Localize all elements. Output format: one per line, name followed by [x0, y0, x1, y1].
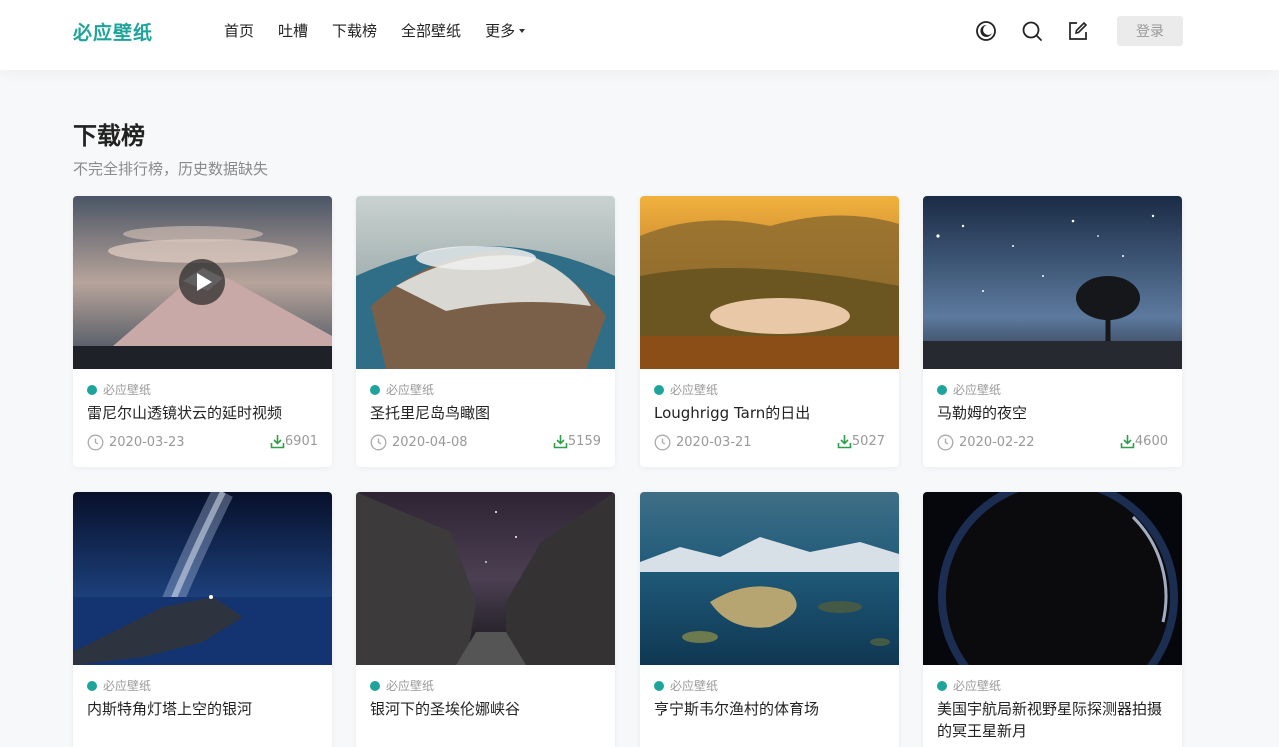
nav-download-rank[interactable]: 下载榜 [332, 20, 377, 42]
source-dot-icon [87, 384, 97, 395]
site-logo[interactable]: 必应壁纸 [73, 18, 153, 45]
edit-icon[interactable] [1067, 20, 1089, 42]
wallpaper-card[interactable]: 必应壁纸 亨宁斯韦尔渔村的体育场 [640, 492, 899, 747]
card-downloads: 5027 [837, 434, 885, 449]
wallpaper-thumbnail[interactable] [73, 492, 332, 665]
date-text: 2020-03-21 [676, 435, 752, 450]
source-dot-icon [87, 680, 97, 691]
wallpaper-card[interactable]: 必应壁纸 圣托里尼岛鸟瞰图 2020-04-08 5159 [356, 196, 615, 467]
card-date: 2020-03-23 [87, 434, 185, 451]
date-text: 2020-04-08 [392, 435, 468, 450]
card-title[interactable]: 雷尼尔山透镜状云的延时视频 [87, 402, 319, 424]
download-count: 5027 [851, 434, 885, 449]
card-date: 2020-02-22 [937, 434, 1035, 451]
card-title[interactable]: 马勒姆的夜空 [937, 402, 1169, 424]
source-label: 必应壁纸 [670, 679, 719, 693]
download-count: 6901 [284, 434, 318, 449]
wallpaper-thumbnail[interactable] [356, 492, 615, 665]
download-icon [270, 435, 285, 449]
card-source: 必应壁纸 [370, 677, 434, 694]
clock-icon [654, 434, 671, 451]
nav-feedback[interactable]: 吐槽 [278, 20, 308, 42]
card-title[interactable]: 亨宁斯韦尔渔村的体育场 [654, 698, 886, 720]
wallpaper-card[interactable]: 必应壁纸 Loughrigg Tarn的日出 2020-03-21 5027 [640, 196, 899, 467]
source-label: 必应壁纸 [386, 383, 435, 397]
card-source: 必应壁纸 [87, 677, 151, 694]
nav-home[interactable]: 首页 [224, 20, 254, 42]
source-label: 必应壁纸 [953, 679, 1002, 693]
source-dot-icon [937, 384, 947, 395]
source-dot-icon [370, 680, 380, 691]
card-downloads: 6901 [270, 434, 318, 449]
card-source: 必应壁纸 [937, 677, 1001, 694]
source-dot-icon [370, 384, 380, 395]
wallpaper-thumbnail[interactable] [923, 196, 1182, 369]
wallpaper-thumbnail[interactable] [640, 196, 899, 369]
card-title[interactable]: 美国宇航局新视野星际探测器拍摄的冥王星新月 [937, 698, 1169, 742]
source-label: 必应壁纸 [103, 679, 152, 693]
moon-icon[interactable] [975, 20, 997, 42]
source-label: 必应壁纸 [670, 383, 719, 397]
download-icon [1120, 435, 1135, 449]
wallpaper-card[interactable]: 必应壁纸 内斯特角灯塔上空的银河 [73, 492, 332, 747]
nav-all-wallpapers[interactable]: 全部壁纸 [401, 20, 461, 42]
caret-down-icon [519, 29, 526, 33]
download-icon [553, 435, 568, 449]
source-dot-icon [654, 680, 664, 691]
nav-more[interactable]: 更多 [485, 20, 526, 42]
card-downloads: 4600 [1120, 434, 1168, 449]
date-text: 2020-02-22 [959, 435, 1035, 450]
card-downloads: 5159 [553, 434, 601, 449]
card-title[interactable]: 内斯特角灯塔上空的银河 [87, 698, 319, 720]
login-button[interactable]: 登录 [1117, 16, 1183, 46]
card-title[interactable]: 圣托里尼岛鸟瞰图 [370, 402, 602, 424]
top-header: 必应壁纸 首页 吐槽 下载榜 全部壁纸 更多 登录 [0, 0, 1279, 70]
search-icon[interactable] [1021, 20, 1043, 42]
wallpaper-thumbnail[interactable] [640, 492, 899, 665]
wallpaper-thumbnail[interactable] [923, 492, 1182, 665]
wallpaper-thumbnail[interactable] [356, 196, 615, 369]
source-dot-icon [654, 384, 664, 395]
play-button[interactable] [179, 259, 225, 305]
source-dot-icon [937, 680, 947, 691]
wallpaper-card[interactable]: 必应壁纸 马勒姆的夜空 2020-02-22 4600 [923, 196, 1182, 467]
wallpaper-card[interactable]: 必应壁纸 雷尼尔山透镜状云的延时视频 2020-03-23 6901 [73, 196, 332, 467]
main-nav: 首页 吐槽 下载榜 全部壁纸 更多 [224, 20, 549, 42]
card-source: 必应壁纸 [654, 677, 718, 694]
page-subtitle: 不完全排行榜，历史数据缺失 [73, 160, 269, 178]
source-label: 必应壁纸 [386, 679, 435, 693]
play-icon [196, 273, 212, 291]
download-icon [837, 435, 852, 449]
nav-more-label: 更多 [485, 22, 516, 40]
card-source: 必应壁纸 [87, 381, 151, 398]
card-source: 必应壁纸 [370, 381, 434, 398]
clock-icon [87, 434, 104, 451]
clock-icon [370, 434, 387, 451]
card-date: 2020-03-21 [654, 434, 752, 451]
wallpaper-card[interactable]: 必应壁纸 美国宇航局新视野星际探测器拍摄的冥王星新月 [923, 492, 1182, 747]
source-label: 必应壁纸 [103, 383, 152, 397]
clock-icon [937, 434, 954, 451]
card-title[interactable]: Loughrigg Tarn的日出 [654, 402, 886, 424]
card-source: 必应壁纸 [937, 381, 1001, 398]
card-title[interactable]: 银河下的圣埃伦娜峡谷 [370, 698, 602, 720]
date-text: 2020-03-23 [109, 435, 185, 450]
wallpaper-card[interactable]: 必应壁纸 银河下的圣埃伦娜峡谷 [356, 492, 615, 747]
card-date: 2020-04-08 [370, 434, 468, 451]
download-count: 5159 [567, 434, 601, 449]
wallpaper-thumbnail[interactable] [73, 196, 332, 369]
download-count: 4600 [1134, 434, 1168, 449]
source-label: 必应壁纸 [953, 383, 1002, 397]
card-source: 必应壁纸 [654, 381, 718, 398]
page-title: 下载榜 [73, 122, 145, 150]
